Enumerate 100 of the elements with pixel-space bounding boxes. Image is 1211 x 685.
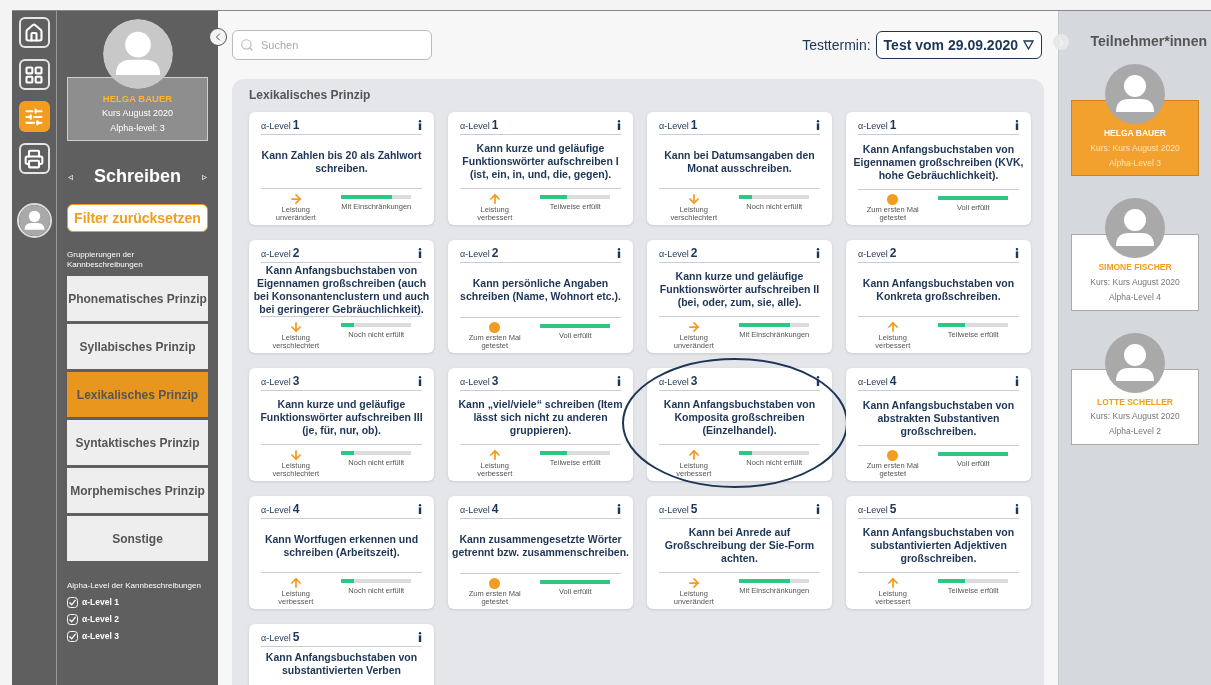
skill-description: Kann Anfangsbuchstaben von abstrakten Substantiven großschreiben.: [861, 398, 1016, 438]
participant-name: HELGA BAUER: [1104, 127, 1166, 140]
groups-label: Gruppierungen der Kannbeschreibungen: [67, 250, 144, 271]
level-label: α-Level 2: [659, 245, 698, 262]
level-label: α-Level 1: [261, 117, 300, 134]
profile-course: Kurs August 2020: [101, 107, 174, 121]
panel-title: Lexikalisches Prinzip: [249, 87, 372, 103]
info-icon[interactable]: [418, 504, 422, 514]
right-arrow-icon: [686, 320, 701, 334]
checkbox[interactable]: [67, 630, 78, 642]
level-label: α-Level 2: [261, 245, 300, 262]
right-arrow-icon: [686, 576, 701, 590]
skill-description: Kann Anfangsbuchstaben von Komposita großschreiben (Einzelhandel).: [662, 398, 817, 437]
level-label: α-Level 5: [659, 501, 698, 518]
skill-description: Kann Wortfugen erkennen und schreiben (Arbeitszeit).: [263, 532, 420, 559]
level-label: α-Level 4: [261, 501, 300, 518]
participant-name: LOTTE SCHELLER: [1097, 395, 1173, 409]
participant-course: Kurs: Kurs August 2020: [1090, 410, 1180, 423]
group-button[interactable]: Syllabisches Prinzip: [67, 324, 208, 370]
down-arrow-icon: [288, 448, 303, 462]
participant-level: Alpha-Level 3: [1109, 156, 1161, 170]
skill-description: Kann bei Datumsangaben den Monat ausschreiben.: [663, 148, 816, 175]
level-label: α-Level 4: [460, 501, 499, 518]
level-label: α-Level 4: [858, 373, 897, 390]
info-icon[interactable]: [816, 120, 820, 130]
skill-description: Kann Anfangsbuchstaben von substantivierten Verben: [264, 651, 419, 677]
group-button[interactable]: Phonematisches Prinzip: [67, 276, 208, 322]
dropdown-triangle-icon: [1023, 40, 1034, 50]
info-icon[interactable]: [816, 248, 820, 258]
info-icon[interactable]: [1015, 504, 1019, 514]
next-button[interactable]: ▹: [202, 169, 207, 185]
rail-button[interactable]: [18, 101, 50, 132]
info-icon[interactable]: [617, 504, 621, 514]
skill-description: Kann Anfangsbuchstaben von Konkreta großschreiben.: [861, 276, 1016, 303]
skill-description: Kann persönliche Angaben schreiben (Name, Wohnort etc.).: [459, 277, 622, 303]
info-icon[interactable]: [617, 248, 621, 258]
skill-description: Kann „viel/viele“ schreiben (Item lässt sich nicht zu anderen gruppieren).: [457, 398, 624, 437]
test-date-dropdown[interactable]: Test vom 29.09.2020: [875, 31, 1042, 59]
rail-button[interactable]: [18, 143, 50, 174]
checkbox-label: α-Level 3: [82, 629, 119, 643]
participant-course: Kurs: Kurs August 2020: [1090, 276, 1180, 289]
info-icon[interactable]: [418, 376, 422, 386]
collapse-button[interactable]: [209, 28, 227, 46]
info-icon[interactable]: [1015, 248, 1019, 258]
checkbox[interactable]: [67, 597, 78, 609]
skill-description: Kann kurze und geläufige Funktionswörter aufschreiben III (je, für, nur, ob).: [259, 398, 424, 437]
info-icon[interactable]: [418, 248, 422, 258]
printer-icon: [24, 148, 44, 169]
checkbox-label: α-Level 2: [82, 613, 119, 626]
participant-course: Kurs: Kurs August 2020: [1090, 141, 1180, 155]
level-label: α-Level 1: [460, 117, 499, 134]
level-label: α-Level 2: [858, 245, 897, 262]
previous-button[interactable]: ◃: [68, 169, 73, 185]
search-field[interactable]: Suchen: [232, 30, 432, 60]
info-icon[interactable]: [1015, 120, 1019, 130]
participants-title: Teilnehmer*innen: [1090, 32, 1208, 51]
group-button[interactable]: Sonstige: [67, 516, 208, 562]
level-label: α-Level 5: [261, 629, 300, 646]
section-title: Schreiben: [94, 165, 181, 189]
level-label: α-Level 5: [858, 501, 897, 518]
rail-button[interactable]: [18, 17, 50, 48]
levels-label: Alpha-Level der Kannbeschreibungen: [67, 581, 202, 592]
participant-name: SIMONE FISCHER: [1098, 261, 1172, 274]
avatar-icon: [18, 205, 50, 236]
level-label: α-Level 3: [460, 373, 499, 390]
info-icon[interactable]: [418, 632, 422, 642]
grid-icon: [24, 64, 44, 85]
info-icon[interactable]: [617, 120, 621, 130]
skill-description: Kann kurze und geläufige Funktionswörter aufschreiben I (ist, ein, in, und, die, gegen).: [461, 142, 620, 181]
rail-button[interactable]: [18, 59, 50, 90]
group-button[interactable]: Syntaktisches Prinzip: [67, 420, 208, 466]
down-arrow-icon: [288, 320, 303, 334]
checkbox[interactable]: [67, 613, 78, 625]
info-icon[interactable]: [816, 504, 820, 514]
info-icon[interactable]: [418, 120, 422, 130]
up-arrow-icon: [487, 192, 502, 206]
level-label: α-Level 1: [659, 117, 698, 134]
skill-card[interactable]: α-Level 5 Kann Anfangsbuchstaben von substantivierten Verben: [249, 624, 434, 685]
level-label: α-Level 1: [858, 117, 897, 134]
skill-description: Kann bei Anrede auf Großschreibung der Sie-Form achten.: [663, 526, 816, 565]
skill-description: Kann Anfangsbuchstaben von substantivierten Adjektiven großschreiben.: [861, 526, 1016, 565]
search-icon: [240, 38, 254, 52]
sliders-icon: [24, 106, 44, 127]
skill-description: Kann Zahlen bis 20 als Zahlwort schreiben.: [260, 148, 423, 175]
profile-level: Alpha-level: 3: [110, 121, 165, 135]
group-button[interactable]: Morphemisches Prinzip: [67, 468, 208, 514]
skill-description: Kann zusammengesetzte Wörter getrennt bzw. zusammenschreiben.: [452, 533, 629, 559]
participant-level: Alpha-Level 4: [1109, 290, 1161, 304]
up-arrow-icon: [288, 576, 303, 590]
test-date-label: Testtermin:: [802, 35, 871, 55]
level-label: α-Level 2: [460, 245, 499, 262]
info-icon[interactable]: [1015, 376, 1019, 386]
skill-description: Kann kurze und geläufige Funktionswörter aufschreiben II (bei, oder, zum, sie, alle).: [658, 270, 821, 309]
skill-description: Kann Anfangsbuchstaben von Eigennamen großschreiben (KVK, hohe Gebräuchlichkeit).: [852, 142, 1025, 182]
skill-description: Kann Anfangsbuchstaben von Eigennamen großschreiben (auch bei Konsonantenclustern und auch bei geringerer Gebräuchlichkeit).: [253, 263, 430, 316]
participant-level: Alpha-Level 2: [1109, 425, 1161, 438]
home-icon: [24, 22, 44, 43]
info-icon[interactable]: [816, 376, 820, 386]
info-icon[interactable]: [617, 376, 621, 386]
checkbox-label: α-Level 1: [82, 596, 119, 609]
